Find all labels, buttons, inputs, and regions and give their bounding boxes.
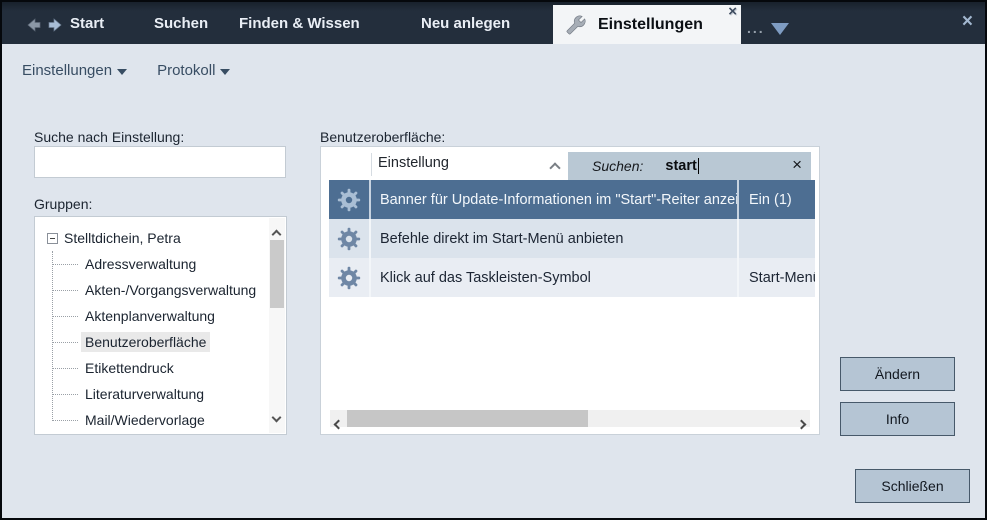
menu-einstellungen[interactable]: Einstellungen [22,62,127,79]
tree-item-label: Akten-/Vorgangsverwaltung [81,280,260,300]
window-close-icon[interactable]: × [962,11,973,33]
tree-item-label: Adressverwaltung [81,254,200,274]
menu-einstellungen-label: Einstellungen [22,62,112,79]
tree-root-label: Stelltdichein, Petra [64,230,181,246]
scroll-left-icon[interactable] [335,415,342,433]
scroll-right-icon[interactable] [798,415,805,433]
wrench-icon [566,15,586,35]
table-title: Benutzeroberfläche: [320,129,445,145]
tree-item-label: Aktenplanverwaltung [81,306,219,326]
tree-item-aktenplanverwaltung[interactable]: Aktenplanverwaltung [35,303,269,329]
collapse-icon[interactable] [47,233,58,244]
menu-protokoll[interactable]: Protokoll [157,62,230,79]
tree-item-literaturverwaltung[interactable]: Literaturverwaltung [35,381,269,407]
table-search-label: Suchen: [592,158,643,174]
scrollbar-thumb[interactable] [270,240,284,308]
setting-name: Befehle direkt im Start-Menü anbieten [371,219,737,258]
tree-item-label: Literaturverwaltung [81,384,208,404]
schliessen-button[interactable]: Schließen [855,469,970,503]
search-setting-label: Suche nach Einstellung: [34,129,184,145]
header-column-divider [371,153,372,176]
groups-tree: Stelltdichein, Petra Adressverwaltung Ak… [34,216,287,435]
tree-item-benutzeroberflaeche[interactable]: Benutzeroberfläche [35,329,269,355]
tree-vertical-scrollbar[interactable] [269,218,285,433]
table-row-banner-update[interactable]: Banner für Update-Informationen im "Star… [329,180,815,219]
menu-protokoll-label: Protokoll [157,62,215,79]
tree-item-label: Etikettendruck [81,358,178,378]
settings-window: Start Suchen Finden & Wissen Neu anlegen… [0,0,987,520]
table-header[interactable]: Einstellung Suchen: start × [321,147,819,180]
tab-neu-anlegen[interactable]: Neu anlegen [421,2,510,44]
forward-arrow-icon[interactable] [46,17,63,33]
tab-suchen[interactable]: Suchen [154,2,208,44]
setting-value: Ein (1) [737,180,815,219]
tab-finden-wissen[interactable]: Finden & Wissen [239,2,360,44]
table-search-overlay[interactable]: Suchen: start × [568,152,811,180]
tab-ribbon: Start Suchen Finden & Wissen Neu anlegen… [2,2,985,44]
table-row-klick-taskleiste[interactable]: Klick auf das Taskleisten-Symbol Start-M… [329,258,815,297]
tree-item-label: Mail/Wiedervorlage [81,410,209,430]
tree-item-mail-wiedervorlage[interactable]: Mail/Wiedervorlage [35,407,269,433]
scroll-down-icon[interactable] [273,408,280,426]
tree-root-item[interactable]: Stelltdichein, Petra [35,225,269,251]
tab-dropdown-icon[interactable] [771,23,789,35]
nav-arrows [26,17,63,33]
gear-icon [329,180,371,219]
tab-start[interactable]: Start [70,2,104,44]
back-arrow-icon[interactable] [26,17,43,33]
tree-item-akten-vorgangsverwaltung[interactable]: Akten-/Vorgangsverwaltung [35,277,269,303]
groups-label: Gruppen: [34,196,92,212]
gear-icon [329,258,371,297]
settings-table: Einstellung Suchen: start × Banner für U… [320,146,820,435]
chevron-down-icon [220,69,230,75]
column-header-einstellung[interactable]: Einstellung [378,155,449,171]
text-cursor [698,158,699,174]
active-tab-label: Einstellungen [598,16,703,34]
tab-close-icon[interactable]: × [728,3,737,20]
tab-overflow-dots: ... [747,20,765,36]
gear-icon [329,219,371,258]
table-rows: Banner für Update-Informationen im "Star… [329,180,815,297]
tree-item-adressverwaltung[interactable]: Adressverwaltung [35,251,269,277]
setting-value [737,219,815,258]
table-horizontal-scrollbar[interactable] [330,410,810,427]
table-row-befehle-startmenu[interactable]: Befehle direkt im Start-Menü anbieten [329,219,815,258]
aendern-button[interactable]: Ändern [840,357,955,391]
setting-name: Klick auf das Taskleisten-Symbol [371,258,737,297]
tree-item-etikettendruck[interactable]: Etikettendruck [35,355,269,381]
menubar: Einstellungen Protokoll [22,62,230,79]
setting-name: Banner für Update-Informationen im "Star… [371,180,737,219]
setting-value: Start-Menü [737,258,815,297]
scrollbar-thumb[interactable] [347,410,588,427]
tab-einstellungen-active[interactable]: Einstellungen × [553,5,741,44]
table-search-value[interactable]: start [665,158,696,174]
tree-item-label: Benutzeroberfläche [81,332,210,352]
clear-search-icon[interactable]: × [792,155,802,175]
chevron-down-icon [117,69,127,75]
sort-ascending-icon [551,159,559,177]
info-button[interactable]: Info [840,402,955,436]
search-setting-input[interactable] [34,146,286,178]
